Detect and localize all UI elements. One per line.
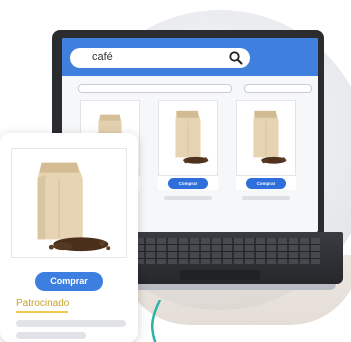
filter-bar[interactable] xyxy=(78,84,232,93)
product-title-placeholder xyxy=(242,196,290,200)
coffee-bag-image xyxy=(37,162,111,252)
coffee-bag-image xyxy=(253,110,287,164)
buy-button[interactable]: Comprar xyxy=(35,272,103,291)
product-image-frame xyxy=(158,100,218,176)
illustration-scene: café Comprar Comprar Comprar Patrocinado xyxy=(0,0,351,342)
cable-icon xyxy=(151,300,162,342)
product-price-placeholder xyxy=(16,332,86,339)
featured-product-card[interactable]: Comprar Patrocinado xyxy=(0,133,138,342)
product-card[interactable]: Comprar xyxy=(158,100,218,200)
search-icon[interactable] xyxy=(228,50,244,66)
product-title-placeholder xyxy=(164,196,212,200)
featured-product-image-frame xyxy=(11,148,127,258)
buy-button[interactable]: Comprar xyxy=(168,178,208,189)
product-title-placeholder xyxy=(16,320,126,327)
coffee-bag-image xyxy=(175,110,209,164)
product-image-frame xyxy=(236,100,296,176)
trackpad xyxy=(180,270,260,280)
search-query: café xyxy=(92,51,113,63)
search-input[interactable]: café xyxy=(70,48,250,68)
site-header: café xyxy=(62,38,318,76)
sort-bar[interactable] xyxy=(244,84,312,93)
buy-button[interactable]: Comprar xyxy=(246,178,286,189)
sponsored-underline xyxy=(16,311,68,313)
product-card[interactable]: Comprar xyxy=(236,100,296,200)
sponsored-label: Patrocinado xyxy=(16,298,70,309)
